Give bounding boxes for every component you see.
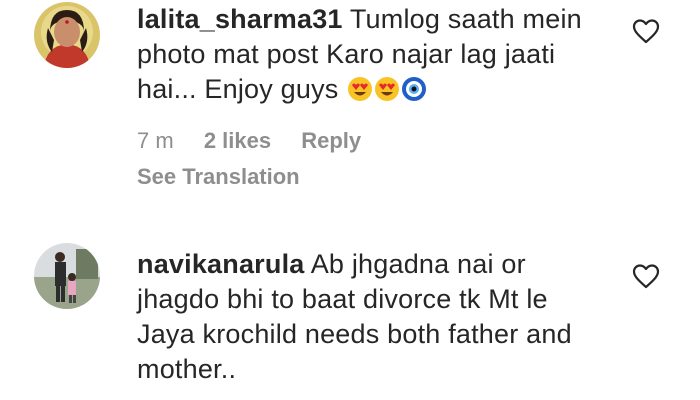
comment-username[interactable]: navikanarula	[137, 249, 305, 279]
comment-timestamp: 7 m	[137, 128, 174, 153]
reply-button[interactable]: Reply	[301, 128, 361, 153]
nazar-amulet-emoji	[401, 76, 427, 111]
comment-body: lalita_sharma31 Tumlog saath mein photo …	[137, 2, 607, 111]
comment-username[interactable]: lalita_sharma31	[137, 4, 343, 34]
heart-eyes-emoji	[374, 76, 400, 111]
comment-body: navikanarula Ab jhgadna nai or jhagdo bh…	[137, 247, 607, 387]
comment-meta: 7 m 2 likes Reply	[137, 128, 361, 154]
avatar[interactable]	[34, 2, 100, 68]
likes-count-link[interactable]: 2 likes	[204, 128, 271, 153]
see-translation-link[interactable]: See Translation	[137, 164, 300, 190]
heart-outline-icon[interactable]	[632, 18, 660, 44]
avatar[interactable]	[34, 243, 100, 309]
heart-outline-icon[interactable]	[632, 263, 660, 289]
heart-eyes-emoji	[347, 76, 373, 111]
